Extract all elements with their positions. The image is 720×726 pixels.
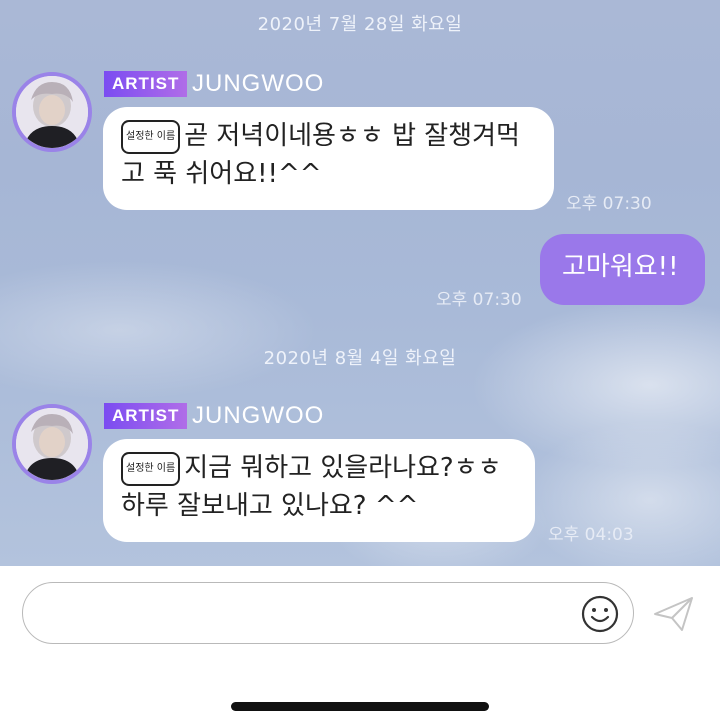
chat-area[interactable]: 2020년 7월 28일 화요일 ARTIST JUNGWOO 설정한 이름 곧 … (0, 0, 720, 566)
send-icon[interactable] (652, 594, 696, 634)
sender-name: JUNGWOO (192, 70, 325, 97)
date-separator: 2020년 7월 28일 화요일 (257, 14, 463, 35)
smiley-icon[interactable] (580, 594, 620, 634)
background-cloud (0, 260, 320, 400)
message-time: 오후 04:03 (548, 525, 634, 545)
message-bubble[interactable]: 설정한 이름 지금 뭐하고 있을라나요?ㅎㅎ 하루 잘보내고 있나요? ^^ (103, 439, 535, 542)
avatar[interactable] (12, 404, 92, 484)
avatar-image (16, 408, 88, 480)
message-line: 하루 잘보내고 있나요? ^^ (121, 491, 419, 521)
avatar[interactable] (12, 72, 92, 152)
message-bubble[interactable]: 설정한 이름 곧 저녁이네용ㅎㅎ 밥 잘챙겨먹 고 푹 쉬어요!!^^ (103, 107, 554, 210)
my-message-bubble[interactable]: 고마워요!! (540, 234, 705, 305)
my-message-time: 오후 07:30 (436, 290, 522, 310)
message-line: 곧 저녁이네용ㅎㅎ 밥 잘챙겨먹 (184, 121, 520, 151)
my-message-text: 고마워요!! (562, 252, 679, 282)
name-tag: 설정한 이름 (121, 451, 181, 486)
message-time: 오후 07:30 (566, 194, 652, 214)
message-line: 고 푹 쉬어요!!^^ (121, 159, 322, 189)
artist-badge: ARTIST (104, 71, 188, 97)
name-tag: 설정한 이름 (121, 119, 181, 154)
avatar-image (16, 76, 88, 148)
artist-badge: ARTIST (104, 403, 188, 429)
sender-name: JUNGWOO (192, 402, 325, 429)
input-bar (0, 566, 720, 726)
date-separator: 2020년 8월 4일 화요일 (263, 348, 457, 369)
message-line: 지금 뭐하고 있을라나요?ㅎㅎ (184, 453, 502, 483)
message-input[interactable] (22, 582, 634, 644)
home-indicator (231, 702, 489, 711)
